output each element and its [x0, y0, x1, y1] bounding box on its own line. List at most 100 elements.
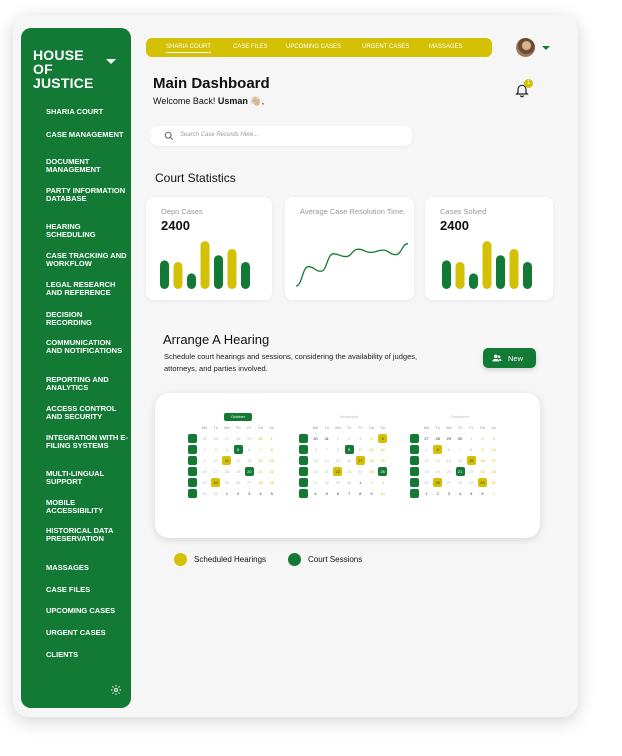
- calendar-day[interactable]: 26: [211, 434, 220, 443]
- calendar-day[interactable]: 7: [489, 489, 498, 498]
- sidebar-item-upcoming-cases[interactable]: UPCOMING CASES: [46, 607, 128, 615]
- scheduled-hearing-day[interactable]: 5: [378, 434, 388, 443]
- calendar-day[interactable]: 16: [345, 456, 354, 465]
- calendar-day[interactable]: 8: [333, 445, 342, 454]
- avatar[interactable]: [516, 38, 535, 57]
- calendar-day[interactable]: 19: [234, 467, 243, 476]
- calendar-day[interactable]: 23: [478, 467, 487, 476]
- calendar-day[interactable]: 27: [245, 478, 254, 487]
- sidebar-item-access-control-and-security[interactable]: ACCESS CONTROL AND SECURITY: [46, 405, 128, 421]
- calendar-day[interactable]: 9: [200, 456, 209, 465]
- sidebar-item-case-tracking-and-workflow[interactable]: CASE TRACKING AND WORKFLOW: [46, 252, 128, 268]
- calendar-day[interactable]: 14: [322, 456, 331, 465]
- sidebar-item-massages[interactable]: MASSAGES: [46, 564, 128, 572]
- calendar-day[interactable]: 23: [345, 467, 354, 476]
- calendar-day[interactable]: 30: [311, 434, 320, 443]
- calendar-day[interactable]: 7: [345, 489, 354, 498]
- calendar-day[interactable]: 22: [467, 467, 476, 476]
- tab-case-files[interactable]: CASE FILES: [233, 44, 268, 50]
- search-input[interactable]: Search Case Records Here...: [150, 126, 412, 146]
- calendar-day[interactable]: 6: [311, 445, 320, 454]
- calendar-day[interactable]: 3: [245, 489, 254, 498]
- sidebar-item-party-information-database[interactable]: PARTY INFORMATION DATABASE: [46, 187, 128, 203]
- calendar-day[interactable]: 3: [378, 478, 387, 487]
- calendar-day[interactable]: 29: [245, 434, 254, 443]
- scheduled-hearing-day[interactable]: 22: [333, 467, 343, 476]
- calendar-day[interactable]: 13: [444, 456, 453, 465]
- calendar-day[interactable]: 15: [267, 456, 276, 465]
- calendar-day[interactable]: 5: [467, 489, 476, 498]
- sidebar-item-document-management[interactable]: DOCUMENT MANAGEMENT: [46, 158, 128, 174]
- calendar-day[interactable]: 2: [234, 489, 243, 498]
- new-hearing-button[interactable]: New: [483, 348, 536, 368]
- calendar-day[interactable]: 28: [456, 478, 465, 487]
- calendar-day[interactable]: 28: [322, 478, 331, 487]
- calendar-day[interactable]: 2: [200, 445, 209, 454]
- calendar-day[interactable]: 2: [345, 434, 354, 443]
- calendar-day[interactable]: 18: [422, 467, 431, 476]
- sidebar-item-reporting-and-analytics[interactable]: REPORTING AND ANALYTICS: [46, 376, 128, 392]
- calendar-day[interactable]: 29: [444, 434, 453, 443]
- court-session-day[interactable]: 5: [233, 445, 243, 454]
- calendar-day[interactable]: 25: [222, 478, 231, 487]
- month-title[interactable]: November: [335, 413, 363, 421]
- calendar-day[interactable]: 17: [489, 456, 498, 465]
- calendar-day[interactable]: 4: [422, 445, 431, 454]
- calendar-day[interactable]: 30: [256, 434, 265, 443]
- calendar-day[interactable]: 1: [333, 434, 342, 443]
- scheduled-hearing-day[interactable]: 15: [466, 456, 476, 465]
- sidebar-item-urgent-cases[interactable]: URGENT CASES: [46, 629, 128, 637]
- court-session-day[interactable]: 26: [378, 467, 388, 476]
- calendar-day[interactable]: 20: [444, 467, 453, 476]
- sidebar-item-sharia-court[interactable]: SHARIA COURT: [46, 108, 128, 116]
- sidebar-item-communication-and-notifications[interactable]: COMMUNICATION AND NOTIFICATIONS: [46, 339, 128, 355]
- calendar-day[interactable]: 6: [478, 489, 487, 498]
- calendar-day[interactable]: 25: [200, 434, 209, 443]
- calendar-day[interactable]: 27: [222, 434, 231, 443]
- calendar-day[interactable]: 11: [422, 456, 431, 465]
- sidebar-item-mobile-accessibility[interactable]: MOBILE ACCESSIBILITY: [46, 499, 128, 515]
- calendar-day[interactable]: 24: [356, 467, 365, 476]
- calendar-day[interactable]: 1: [222, 489, 231, 498]
- calendar-day[interactable]: 13: [311, 456, 320, 465]
- calendar-day[interactable]: 3: [211, 445, 220, 454]
- calendar-day[interactable]: 25: [422, 478, 431, 487]
- calendar-day[interactable]: 11: [367, 445, 376, 454]
- gear-icon[interactable]: [110, 684, 122, 696]
- sidebar-item-case-management[interactable]: CASE MANAGEMENT: [46, 131, 128, 139]
- calendar-day[interactable]: 20: [311, 467, 320, 476]
- calendar-day[interactable]: 4: [256, 489, 265, 498]
- calendar-day[interactable]: 10: [356, 445, 365, 454]
- calendar-day[interactable]: 9: [367, 489, 376, 498]
- calendar-day[interactable]: 28: [433, 434, 442, 443]
- calendar-day[interactable]: 1: [467, 434, 476, 443]
- calendar-day[interactable]: 14: [256, 456, 265, 465]
- calendar-day[interactable]: 4: [222, 445, 231, 454]
- calendar-day[interactable]: 14: [456, 456, 465, 465]
- calendar-day[interactable]: 2: [367, 478, 376, 487]
- calendar-day[interactable]: 27: [311, 478, 320, 487]
- calendar-day[interactable]: 1: [356, 478, 365, 487]
- calendar-day[interactable]: 27: [422, 434, 431, 443]
- calendar-day[interactable]: 23: [200, 478, 209, 487]
- calendar-day[interactable]: 1: [267, 434, 276, 443]
- calendar-day[interactable]: 7: [256, 445, 265, 454]
- calendar-day[interactable]: 29: [333, 478, 342, 487]
- calendar-day[interactable]: 13: [245, 456, 254, 465]
- sidebar-item-multi-lingual-support[interactable]: MULTI-LINGUAL SUPPORT: [46, 470, 128, 486]
- month-title[interactable]: October: [224, 413, 252, 421]
- calendar-day[interactable]: 9: [478, 445, 487, 454]
- calendar-day[interactable]: 25: [367, 467, 376, 476]
- calendar-day[interactable]: 31: [322, 434, 331, 443]
- sidebar-item-integration-with-e-filing-systems[interactable]: INTEGRATION WITH E-FILING SYSTEMS: [46, 434, 128, 450]
- scheduled-hearing-day[interactable]: 30: [478, 478, 487, 487]
- calendar-day[interactable]: 4: [311, 489, 320, 498]
- tab-upcoming-cases[interactable]: UPCOMING CASES: [286, 44, 341, 50]
- tab-massages[interactable]: MASSAGES: [429, 44, 463, 50]
- calendar-day[interactable]: 6: [444, 445, 453, 454]
- calendar-day[interactable]: 8: [467, 445, 476, 454]
- calendar-day[interactable]: 26: [234, 478, 243, 487]
- calendar-day[interactable]: 27: [444, 478, 453, 487]
- calendar-day[interactable]: 30: [200, 489, 209, 498]
- calendar-day[interactable]: 12: [433, 456, 442, 465]
